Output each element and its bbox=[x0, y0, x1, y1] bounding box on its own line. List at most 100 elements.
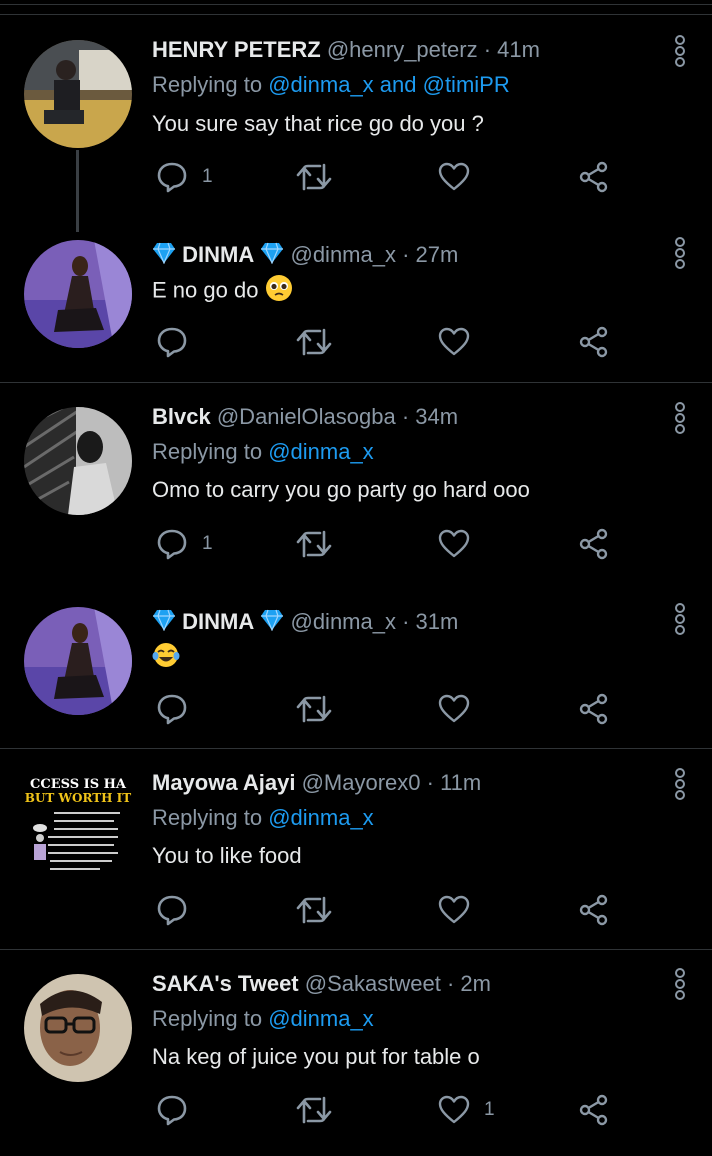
share-icon bbox=[578, 161, 610, 193]
tweet-header: HENRY PETERZ @henry_peterz · 41m bbox=[152, 36, 540, 64]
retweet-button[interactable] bbox=[296, 524, 332, 564]
reply-icon bbox=[156, 161, 188, 193]
user-handle[interactable]: @henry_peterz bbox=[327, 37, 478, 62]
more-icon[interactable] bbox=[671, 766, 689, 802]
display-name[interactable]: DINMA bbox=[182, 242, 254, 267]
display-name[interactable]: SAKA's Tweet bbox=[152, 971, 299, 996]
reply-icon bbox=[156, 528, 188, 560]
mention-link[interactable]: @dinma_x and @timiPR bbox=[268, 72, 510, 97]
retweet-button[interactable] bbox=[296, 689, 332, 729]
reply-button[interactable] bbox=[156, 689, 202, 729]
top-divider bbox=[0, 4, 712, 5]
like-icon bbox=[438, 694, 470, 724]
retweet-icon bbox=[296, 1095, 332, 1125]
avatar[interactable] bbox=[24, 407, 132, 515]
like-button[interactable]: 1 bbox=[438, 1090, 495, 1130]
share-button[interactable] bbox=[578, 1090, 610, 1130]
tweet-divider bbox=[0, 949, 712, 950]
share-button[interactable] bbox=[578, 524, 610, 564]
poster-line-1: CCESS IS HA bbox=[30, 777, 127, 792]
tweet-header: Mayowa Ajayi @Mayorex0 · 11m bbox=[152, 769, 481, 797]
share-icon bbox=[578, 693, 610, 725]
replying-to: Replying to @dinma_x and @timiPR bbox=[152, 71, 510, 99]
like-icon bbox=[438, 162, 470, 192]
like-icon bbox=[438, 895, 470, 925]
display-name[interactable]: Blvck bbox=[152, 404, 211, 429]
replying-prefix: Replying to bbox=[152, 1006, 269, 1031]
tweet-divider bbox=[0, 748, 712, 749]
user-handle[interactable]: @Mayorex0 bbox=[302, 770, 421, 795]
reply-icon bbox=[156, 326, 188, 358]
diamond-icon bbox=[260, 242, 284, 271]
user-handle[interactable]: @dinma_x bbox=[290, 242, 396, 267]
tweet-actions bbox=[152, 890, 622, 930]
share-button[interactable] bbox=[578, 157, 610, 197]
like-button[interactable] bbox=[438, 322, 484, 362]
tweet-actions: 1 bbox=[152, 524, 622, 564]
more-icon[interactable] bbox=[671, 400, 689, 436]
avatar[interactable] bbox=[24, 240, 132, 348]
retweet-icon bbox=[296, 327, 332, 357]
share-button[interactable] bbox=[578, 890, 610, 930]
retweet-icon bbox=[296, 694, 332, 724]
share-button[interactable] bbox=[578, 689, 610, 729]
retweet-icon bbox=[296, 162, 332, 192]
avatar[interactable] bbox=[24, 40, 132, 148]
timestamp: · 41m bbox=[477, 37, 540, 62]
timestamp: · 34m bbox=[395, 404, 459, 429]
retweet-button[interactable] bbox=[296, 1090, 332, 1130]
mention-link[interactable]: @dinma_x bbox=[268, 805, 374, 830]
like-button[interactable] bbox=[438, 890, 484, 930]
tweet-text: E no go do bbox=[152, 274, 293, 309]
more-icon[interactable] bbox=[671, 235, 689, 271]
tweet-text: You to like food bbox=[152, 843, 302, 868]
share-icon bbox=[578, 1094, 610, 1126]
share-icon bbox=[578, 528, 610, 560]
replying-to: Replying to @dinma_x bbox=[152, 1005, 374, 1033]
user-handle[interactable]: @DanielOlasogba bbox=[217, 404, 396, 429]
poster-line-2: BUT WORTH IT bbox=[25, 791, 131, 805]
like-icon bbox=[438, 327, 470, 357]
tears-of-joy-emoji bbox=[152, 641, 180, 676]
retweet-button[interactable] bbox=[296, 157, 332, 197]
replying-prefix: Replying to bbox=[152, 439, 269, 464]
avatar[interactable] bbox=[24, 974, 132, 1082]
like-button[interactable] bbox=[438, 689, 484, 729]
tweet-text-content: E no go do bbox=[152, 277, 259, 303]
mention-link[interactable]: @dinma_x bbox=[268, 439, 374, 464]
reply-button[interactable] bbox=[156, 890, 202, 930]
avatar[interactable]: CCESS IS HA BUT WORTH IT bbox=[24, 772, 132, 880]
replying-to: Replying to @dinma_x bbox=[152, 804, 374, 832]
diamond-icon bbox=[152, 242, 176, 271]
user-handle[interactable]: @Sakastweet bbox=[305, 971, 441, 996]
replying-to: Replying to @dinma_x bbox=[152, 438, 374, 466]
reply-button[interactable]: 1 bbox=[156, 157, 213, 197]
like-icon bbox=[438, 529, 470, 559]
retweet-button[interactable] bbox=[296, 890, 332, 930]
reply-button[interactable] bbox=[156, 322, 202, 362]
share-button[interactable] bbox=[578, 322, 610, 362]
reply-icon bbox=[156, 1094, 188, 1126]
more-icon[interactable] bbox=[671, 601, 689, 637]
avatar[interactable] bbox=[24, 607, 132, 715]
display-name[interactable]: Mayowa Ajayi bbox=[152, 770, 295, 795]
mention-link[interactable]: @dinma_x bbox=[268, 1006, 374, 1031]
reply-button[interactable]: 1 bbox=[156, 524, 213, 564]
like-count: 1 bbox=[484, 1099, 495, 1120]
retweet-icon bbox=[296, 895, 332, 925]
user-handle[interactable]: @dinma_x bbox=[290, 609, 396, 634]
tweet-text: You sure say that rice go do you ? bbox=[152, 111, 484, 136]
tweet-divider bbox=[0, 382, 712, 383]
reply-button[interactable] bbox=[156, 1090, 202, 1130]
retweet-button[interactable] bbox=[296, 322, 332, 362]
timestamp: · 27m bbox=[395, 242, 459, 267]
more-icon[interactable] bbox=[671, 33, 689, 69]
tweet-text: Omo to carry you go party go hard ooo bbox=[152, 477, 530, 502]
display-name[interactable]: HENRY PETERZ bbox=[152, 37, 321, 62]
tweet-actions: 1 bbox=[152, 1090, 622, 1130]
like-button[interactable] bbox=[438, 524, 484, 564]
display-name[interactable]: DINMA bbox=[182, 609, 254, 634]
replying-prefix: Replying to bbox=[152, 805, 269, 830]
more-icon[interactable] bbox=[671, 966, 689, 1002]
like-button[interactable] bbox=[438, 157, 484, 197]
